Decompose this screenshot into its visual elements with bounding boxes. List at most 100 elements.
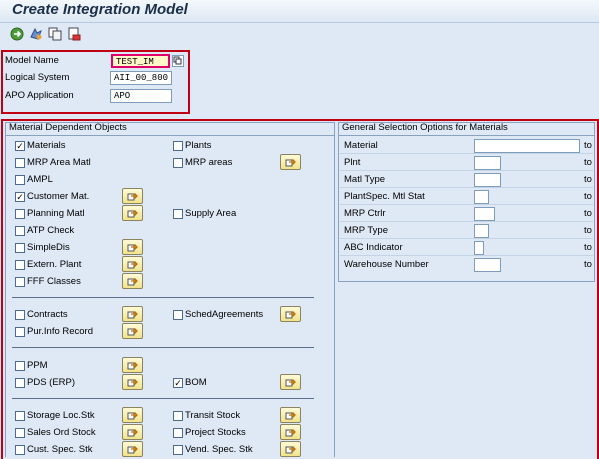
customer-mat-label: Customer Mat. <box>27 191 90 202</box>
mrp-type-input[interactable] <box>474 224 489 238</box>
row-divider <box>340 204 593 205</box>
arrow-selection-icon <box>127 379 138 387</box>
mrp-type-label: MRP Type <box>344 225 389 236</box>
plantspec-mtl-stat-input[interactable] <box>474 190 489 204</box>
schedagreements-label: SchedAgreements <box>185 309 264 320</box>
contracts-selection-button[interactable] <box>122 306 143 322</box>
storage-loc-stk-label: Storage Loc.Stk <box>27 410 95 421</box>
plants-checkbox[interactable] <box>173 141 183 151</box>
project-stocks-checkbox[interactable] <box>173 428 183 438</box>
ampl-label: AMPL <box>27 174 53 185</box>
atp-check-checkbox[interactable] <box>15 226 25 236</box>
row-divider <box>340 187 593 188</box>
warehouse-number-label: Warehouse Number <box>344 259 429 270</box>
schedagreements-checkbox[interactable] <box>173 310 183 320</box>
logical-system-label: Logical System <box>5 72 70 83</box>
variant-icon[interactable] <box>29 27 43 41</box>
storage-loc-stk-checkbox[interactable] <box>15 411 25 421</box>
ppm-checkbox[interactable] <box>15 361 25 371</box>
fff-classes-selection-button[interactable] <box>122 273 143 289</box>
extern-plant-checkbox[interactable] <box>15 260 25 270</box>
transit-stock-label: Transit Stock <box>185 410 241 421</box>
contracts-checkbox[interactable] <box>15 310 25 320</box>
simpledis-checkbox[interactable] <box>15 243 25 253</box>
bom-selection-button[interactable] <box>280 374 301 390</box>
plnt-to-label: to <box>584 157 592 168</box>
planning-matl-checkbox[interactable] <box>15 209 25 219</box>
pur-info-record-selection-button[interactable] <box>122 323 143 339</box>
storage-loc-stk-selection-button[interactable] <box>122 407 143 423</box>
apo-application-label: APO Application <box>5 90 74 101</box>
application-toolbar <box>0 23 599 45</box>
pds-erp-checkbox[interactable] <box>15 378 25 388</box>
mrp-area-matl-label: MRP Area Matl <box>27 157 91 168</box>
cust-spec-stk-selection-button[interactable] <box>122 441 143 457</box>
atp-check-label: ATP Check <box>27 225 75 236</box>
groupbox-divider <box>5 135 335 136</box>
material-input[interactable] <box>474 139 580 153</box>
sales-ord-stock-selection-button[interactable] <box>122 424 143 440</box>
mrp-ctrlr-input[interactable] <box>474 207 495 221</box>
supply-area-checkbox[interactable] <box>173 209 183 219</box>
pds-erp-label: PDS (ERP) <box>27 377 76 388</box>
plnt-input[interactable] <box>474 156 501 170</box>
section-separator <box>12 347 314 348</box>
abc-indicator-to-label: to <box>584 242 592 253</box>
row-divider <box>340 255 593 256</box>
apo-application-input[interactable]: APO <box>110 89 172 103</box>
transit-stock-selection-button[interactable] <box>280 407 301 423</box>
matl-type-input[interactable] <box>474 173 501 187</box>
ampl-checkbox[interactable] <box>15 175 25 185</box>
copy-icon[interactable] <box>48 27 62 41</box>
materials-checkbox[interactable]: ✓ <box>15 141 25 151</box>
mrp-areas-selection-button[interactable] <box>280 154 301 170</box>
abc-indicator-input[interactable] <box>474 241 484 255</box>
extern-plant-label: Extern. Plant <box>27 259 82 270</box>
title-bar: Create Integration Model <box>0 0 599 23</box>
model-name-input[interactable]: TEST_IM <box>111 54 170 68</box>
fff-classes-checkbox[interactable] <box>15 277 25 287</box>
transit-stock-checkbox[interactable] <box>173 411 183 421</box>
ppm-label: PPM <box>27 360 48 371</box>
arrow-selection-icon <box>127 193 138 201</box>
customer-mat-checkbox[interactable]: ✓ <box>15 192 25 202</box>
mrp-areas-checkbox[interactable] <box>173 158 183 168</box>
arrow-selection-icon <box>285 159 296 167</box>
material-label: Material <box>344 140 378 151</box>
plantspec-mtl-stat-label: PlantSpec. Mtl Stat <box>344 191 425 202</box>
abc-indicator-label: ABC Indicator <box>344 242 403 253</box>
arrow-selection-icon <box>127 278 138 286</box>
mrp-area-matl-checkbox[interactable] <box>15 158 25 168</box>
planning-matl-selection-button[interactable] <box>122 205 143 221</box>
schedagreements-selection-button[interactable] <box>280 306 301 322</box>
customer-mat-selection-button[interactable] <box>122 188 143 204</box>
logical-system-input[interactable]: AII_00_800 <box>110 71 172 85</box>
warehouse-number-input[interactable] <box>474 258 501 272</box>
extern-plant-selection-button[interactable] <box>122 256 143 272</box>
material-to-label: to <box>584 140 592 151</box>
value-help-icon <box>173 56 182 65</box>
matl-type-label: Matl Type <box>344 174 386 185</box>
mrp-type-to-label: to <box>584 225 592 236</box>
cust-spec-stk-checkbox[interactable] <box>15 445 25 455</box>
ppm-selection-button[interactable] <box>122 357 143 373</box>
project-stocks-selection-button[interactable] <box>280 424 301 440</box>
matl-type-to-label: to <box>584 174 592 185</box>
pur-info-record-checkbox[interactable] <box>15 327 25 337</box>
arrow-selection-icon <box>127 446 138 454</box>
simpledis-label: SimpleDis <box>27 242 70 253</box>
vend-spec-stk-checkbox[interactable] <box>173 445 183 455</box>
cust-spec-stk-label: Cust. Spec. Stk <box>27 444 93 455</box>
value-help-button[interactable] <box>172 55 184 67</box>
supply-area-label: Supply Area <box>185 208 237 219</box>
vend-spec-stk-selection-button[interactable] <box>280 441 301 457</box>
arrow-selection-icon <box>127 362 138 370</box>
plnt-label: Plnt <box>344 157 361 168</box>
simpledis-selection-button[interactable] <box>122 239 143 255</box>
execute-icon[interactable] <box>10 27 24 41</box>
delete-icon[interactable] <box>67 27 81 41</box>
groupbox-divider <box>338 135 595 136</box>
pds-erp-selection-button[interactable] <box>122 374 143 390</box>
bom-checkbox[interactable]: ✓ <box>173 378 183 388</box>
sales-ord-stock-checkbox[interactable] <box>15 428 25 438</box>
